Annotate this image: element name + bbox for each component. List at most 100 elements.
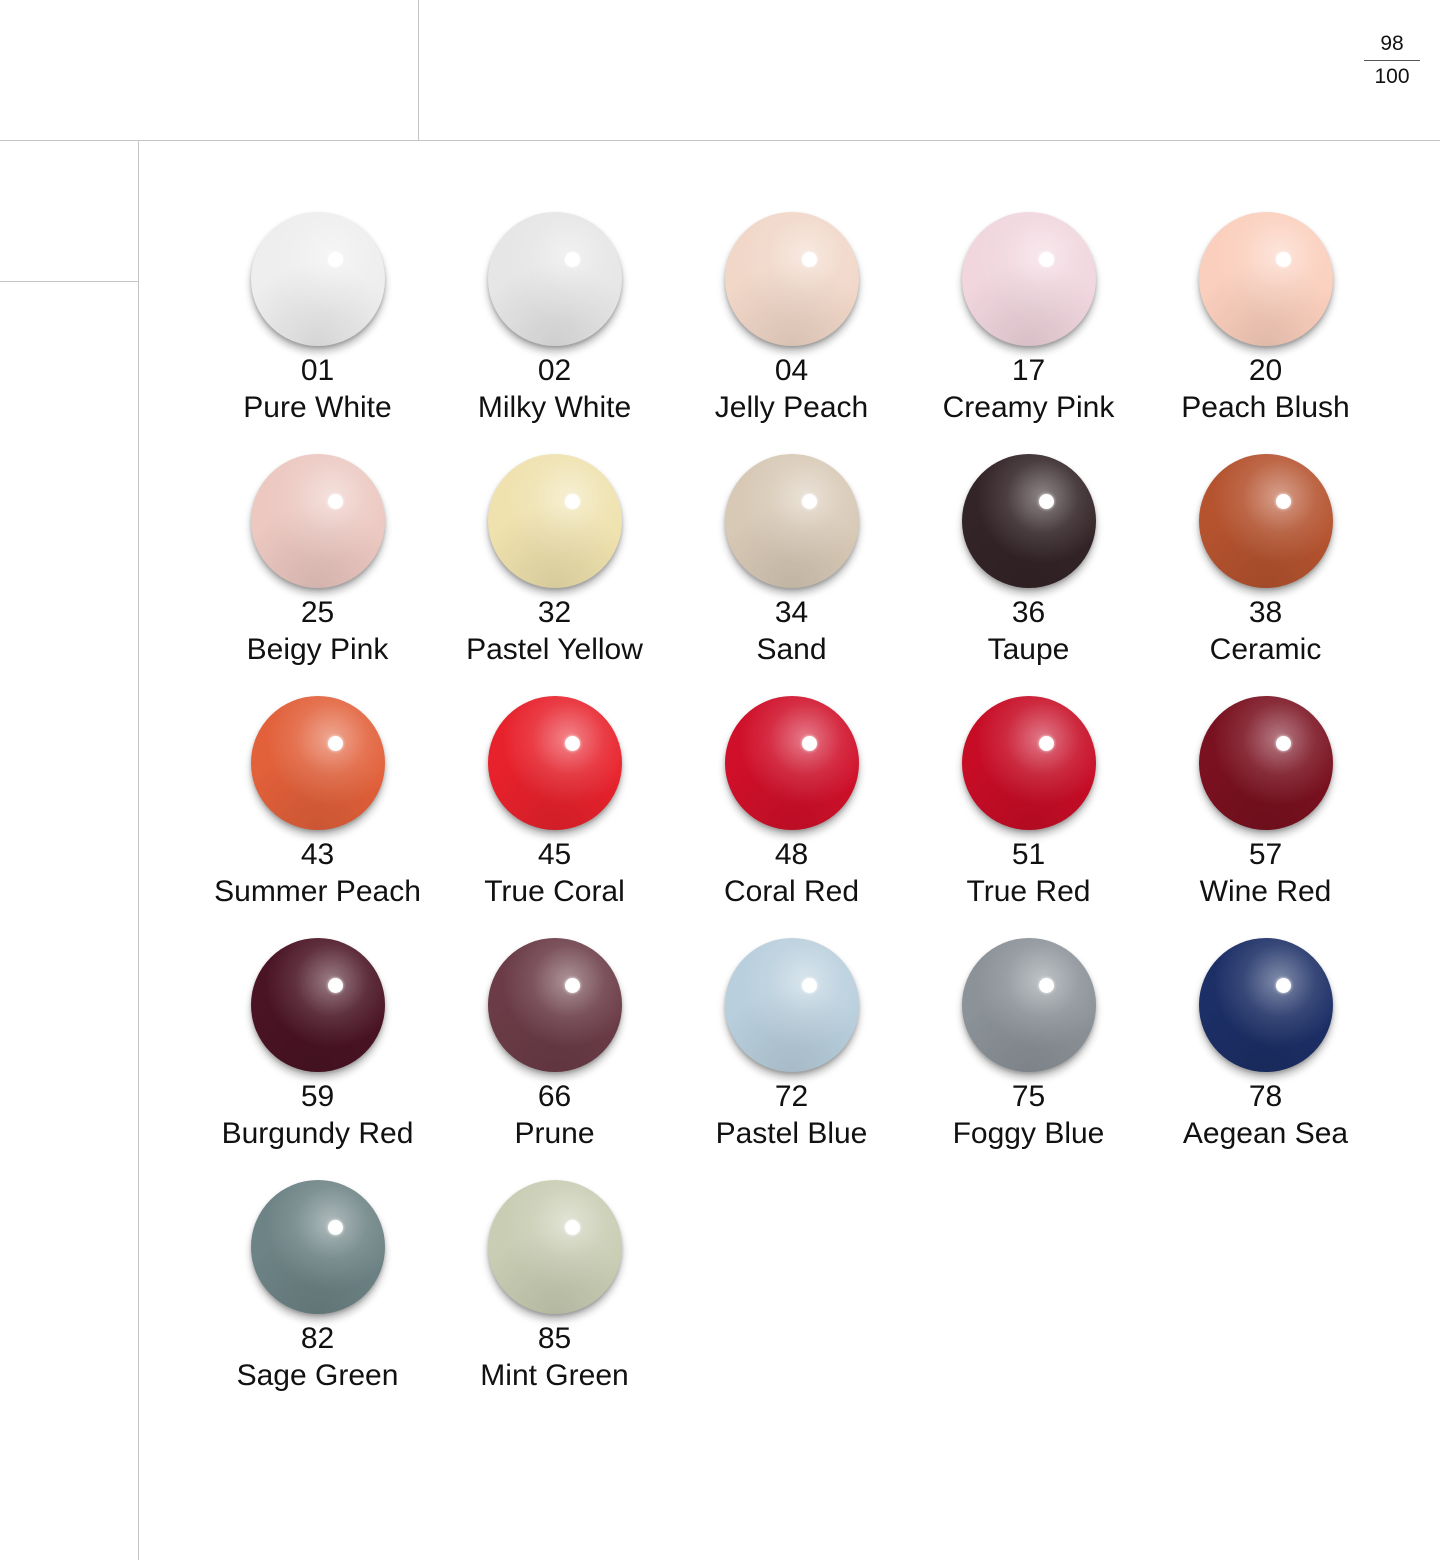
color-sphere <box>250 938 385 1072</box>
highlight-glint <box>327 252 343 267</box>
color-swatch[interactable]: 57 Wine Red <box>1147 696 1384 938</box>
swatch-name: Taupe <box>987 633 1070 666</box>
color-sphere <box>724 938 859 1072</box>
highlight-glint <box>327 736 343 751</box>
swatch-name: Peach Blush <box>1181 391 1350 424</box>
highlight-glint <box>801 736 817 751</box>
swatch-name: Prune <box>514 1117 595 1150</box>
swatch-name: Sage Green <box>236 1359 399 1392</box>
swatch-code: 43 <box>300 838 335 871</box>
highlight-glint <box>1275 494 1291 509</box>
highlight-glint <box>801 978 817 993</box>
color-swatch[interactable]: 51 True Red <box>910 696 1147 938</box>
highlight-glint <box>564 494 580 509</box>
swatch-code: 02 <box>537 354 572 387</box>
swatch-code: 38 <box>1248 596 1283 629</box>
swatch-code: 82 <box>300 1322 335 1355</box>
highlight-glint <box>1038 252 1054 267</box>
color-swatch[interactable]: 02 Milky White <box>436 212 673 454</box>
color-swatch[interactable]: 72 Pastel Blue <box>673 938 910 1180</box>
swatch-name: Foggy Blue <box>952 1117 1105 1150</box>
swatch-name: Ceramic <box>1209 633 1322 666</box>
color-sphere <box>487 454 622 588</box>
swatch-name: True Coral <box>484 875 625 908</box>
color-sphere <box>250 696 385 830</box>
swatch-name: Pure White <box>243 391 392 424</box>
highlight-glint <box>327 978 343 993</box>
highlight-glint <box>801 252 817 267</box>
color-sphere <box>1198 212 1333 346</box>
color-sphere <box>961 212 1096 346</box>
swatch-code: 01 <box>300 354 335 387</box>
color-sphere <box>487 696 622 830</box>
swatch-code: 20 <box>1248 354 1283 387</box>
highlight-glint <box>564 1220 580 1235</box>
highlight-glint <box>1038 736 1054 751</box>
swatch-name: Sand <box>756 633 827 666</box>
color-swatch[interactable]: 04 Jelly Peach <box>673 212 910 454</box>
swatch-name: Aegean Sea <box>1182 1117 1349 1150</box>
highlight-glint <box>564 252 580 267</box>
swatch-code: 34 <box>774 596 809 629</box>
swatch-name: Burgundy Red <box>221 1117 414 1150</box>
swatch-code: 48 <box>774 838 809 871</box>
color-sphere <box>724 696 859 830</box>
color-swatch[interactable]: 48 Coral Red <box>673 696 910 938</box>
swatch-name: Beigy Pink <box>246 633 389 666</box>
color-swatch[interactable]: 78 Aegean Sea <box>1147 938 1384 1180</box>
color-sphere <box>487 212 622 346</box>
highlight-glint <box>327 494 343 509</box>
page-current: 98 <box>1364 30 1420 61</box>
divider-horizontal-left <box>0 281 139 282</box>
swatch-name: Summer Peach <box>214 875 421 908</box>
swatch-code: 72 <box>774 1080 809 1113</box>
highlight-glint <box>1275 736 1291 751</box>
color-swatch[interactable]: 20 Peach Blush <box>1147 212 1384 454</box>
color-swatch[interactable]: 32 Pastel Yellow <box>436 454 673 696</box>
color-swatch-grid: 01 Pure White 02 Milky White 04 Jelly Peach 17… <box>199 212 1439 1422</box>
color-swatch[interactable]: 43 Summer Peach <box>199 696 436 938</box>
highlight-glint <box>1038 494 1054 509</box>
color-sphere <box>961 454 1096 588</box>
swatch-code: 25 <box>300 596 335 629</box>
highlight-glint <box>564 978 580 993</box>
color-sphere <box>724 212 859 346</box>
color-sphere <box>250 212 385 346</box>
color-sphere <box>1198 696 1333 830</box>
highlight-glint <box>1038 978 1054 993</box>
swatch-code: 17 <box>1011 354 1046 387</box>
swatch-name: True Red <box>966 875 1091 908</box>
swatch-code: 32 <box>537 596 572 629</box>
swatch-name: Creamy Pink <box>942 391 1115 424</box>
swatch-code: 85 <box>537 1322 572 1355</box>
swatch-code: 59 <box>300 1080 335 1113</box>
swatch-code: 36 <box>1011 596 1046 629</box>
swatch-name: Wine Red <box>1199 875 1332 908</box>
color-swatch[interactable]: 34 Sand <box>673 454 910 696</box>
color-swatch[interactable]: 01 Pure White <box>199 212 436 454</box>
highlight-glint <box>801 494 817 509</box>
color-swatch[interactable]: 59 Burgundy Red <box>199 938 436 1180</box>
color-swatch[interactable]: 85 Mint Green <box>436 1180 673 1422</box>
swatch-name: Milky White <box>477 391 632 424</box>
color-swatch[interactable]: 36 Taupe <box>910 454 1147 696</box>
swatch-code: 75 <box>1011 1080 1046 1113</box>
color-sphere <box>250 454 385 588</box>
color-swatch[interactable]: 25 Beigy Pink <box>199 454 436 696</box>
color-swatch[interactable]: 38 Ceramic <box>1147 454 1384 696</box>
color-sphere <box>487 938 622 1072</box>
swatch-code: 57 <box>1248 838 1283 871</box>
highlight-glint <box>1275 252 1291 267</box>
color-swatch[interactable]: 17 Creamy Pink <box>910 212 1147 454</box>
color-sphere <box>961 696 1096 830</box>
color-swatch[interactable]: 75 Foggy Blue <box>910 938 1147 1180</box>
color-sphere <box>487 1180 622 1314</box>
color-sphere <box>961 938 1096 1072</box>
color-swatch[interactable]: 45 True Coral <box>436 696 673 938</box>
color-swatch[interactable]: 82 Sage Green <box>199 1180 436 1422</box>
color-swatch[interactable]: 66 Prune <box>436 938 673 1180</box>
divider-vertical-left <box>138 140 139 1560</box>
swatch-name: Jelly Peach <box>714 391 869 424</box>
swatch-code: 04 <box>774 354 809 387</box>
color-sphere <box>724 454 859 588</box>
